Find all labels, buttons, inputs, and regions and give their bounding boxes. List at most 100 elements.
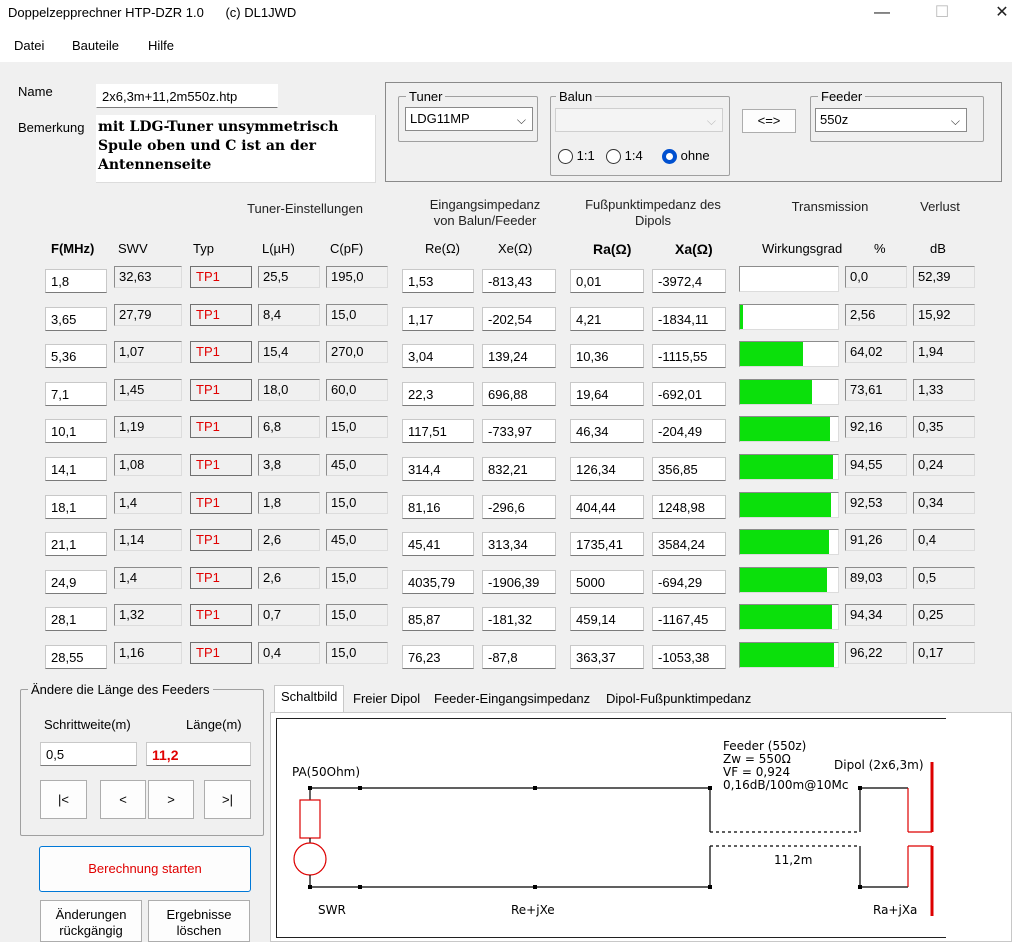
cell-c: 270,0 [326, 341, 388, 363]
cell-xa: -1167,45 [652, 607, 726, 631]
cell-ra: 5000 [570, 570, 644, 594]
cell-f[interactable]: 28,55 [45, 645, 107, 669]
efficiency-bar [739, 529, 839, 555]
last-button[interactable]: >| [204, 780, 251, 819]
cell-ra: 126,34 [570, 457, 644, 481]
cell-ra: 404,44 [570, 495, 644, 519]
node-dot [708, 786, 712, 790]
menu-bauteile[interactable]: Bauteile [72, 38, 119, 53]
feeder-length-group-label: Ändere die Länge des Feeders [28, 682, 213, 697]
cell-xa: -694,29 [652, 570, 726, 594]
feeder-select[interactable]: 550z ⌵ [815, 108, 967, 132]
cell-db: 0,24 [913, 454, 975, 476]
col-xe: Xe(Ω) [498, 241, 533, 256]
cell-xe: -87,8 [482, 645, 556, 669]
name-label: Name [18, 84, 53, 99]
tuner-group-label: Tuner [406, 89, 446, 104]
efficiency-bar-fill [740, 305, 743, 329]
cell-xe: 139,24 [482, 344, 556, 368]
node-dot [358, 786, 362, 790]
remark-line: mit LDG-Tuner unsymmetrisch [98, 119, 339, 135]
balun-radio-ohne[interactable]: ohne [662, 148, 710, 165]
col-swv: SWV [118, 241, 148, 256]
cell-f[interactable]: 21,1 [45, 532, 107, 556]
cell-f[interactable]: 14,1 [45, 457, 107, 481]
col-percent: % [874, 241, 886, 256]
minimize-button[interactable]: — [862, 2, 902, 24]
window-title: Doppelzepprechner HTP-DZR 1.0 (c) DL1JWD [8, 5, 297, 20]
cell-pct: 94,55 [845, 454, 907, 476]
cell-swv: 1,19 [114, 416, 182, 438]
cell-swv: 1,16 [114, 642, 182, 664]
undo-button[interactable]: Änderungen rückgängig [40, 900, 142, 942]
col-typ: Typ [193, 241, 214, 256]
remark-label: Bemerkung [18, 120, 85, 135]
feeder-length-label: 11,2m [774, 853, 813, 867]
menu-datei[interactable]: Datei [14, 38, 44, 53]
cell-l: 1,8 [258, 492, 320, 514]
cell-f[interactable]: 28,1 [45, 607, 107, 631]
cell-ra: 10,36 [570, 344, 644, 368]
chevron-down-icon: ⌵ [516, 113, 526, 127]
swap-button[interactable]: <=> [742, 109, 796, 133]
name-input[interactable]: 2x6,3m+11,2m550z.htp [96, 84, 278, 108]
source-icon [293, 842, 327, 876]
radio-icon [558, 149, 573, 165]
close-button[interactable]: ✕ [982, 2, 1012, 24]
length-input[interactable]: 11,2 [146, 742, 251, 766]
cell-xe: -733,97 [482, 419, 556, 443]
cell-typ: TP1 [190, 304, 252, 326]
cell-re: 3,04 [402, 344, 474, 368]
cell-pct: 92,53 [845, 492, 907, 514]
resistor-icon [299, 799, 321, 839]
efficiency-bar-fill [740, 380, 813, 404]
cell-ra: 363,37 [570, 645, 644, 669]
node-dot [533, 885, 537, 889]
tab-feeder-impedance[interactable]: Feeder-Eingangsimpedanz [428, 688, 596, 712]
clear-results-button[interactable]: Ergebnisse löschen [148, 900, 250, 942]
tuner-select[interactable]: LDG11MP ⌵ [405, 107, 533, 131]
efficiency-bar [739, 492, 839, 518]
cell-ra: 1735,41 [570, 532, 644, 556]
balun-radio-1-4[interactable]: 1:4 [606, 148, 643, 165]
foot-impedance-label: Ra+jXa [873, 903, 918, 917]
calculate-button[interactable]: Berechnung starten [39, 846, 251, 892]
balun-radio-1-1[interactable]: 1:1 [558, 148, 595, 165]
prev-button[interactable]: < [100, 780, 146, 819]
cell-swv: 1,14 [114, 529, 182, 551]
cell-f[interactable]: 5,36 [45, 344, 107, 368]
remark-line: Antennenseite [98, 157, 212, 173]
cell-f[interactable]: 10,1 [45, 419, 107, 443]
cell-xa: -692,01 [652, 382, 726, 406]
cell-xe: -1906,39 [482, 570, 556, 594]
tab-freier-dipol[interactable]: Freier Dipol [347, 688, 426, 712]
maximize-button[interactable]: ☐ [922, 2, 962, 24]
step-input[interactable]: 0,5 [40, 742, 137, 766]
balun-select[interactable]: ⌵ [555, 108, 723, 132]
menu-hilfe[interactable]: Hilfe [148, 38, 174, 53]
next-button[interactable]: > [148, 780, 194, 819]
radio-label: ohne [680, 148, 710, 163]
cell-pct: 64,02 [845, 341, 907, 363]
cell-db: 0,25 [913, 604, 975, 626]
cell-db: 0,35 [913, 416, 975, 438]
cell-db: 15,92 [913, 304, 975, 326]
cell-f[interactable]: 18,1 [45, 495, 107, 519]
efficiency-bar [739, 304, 839, 330]
button-line: löschen [176, 923, 222, 938]
efficiency-bar-fill [740, 342, 803, 366]
tab-dipol-impedance[interactable]: Dipol-Fußpunktimpedanz [600, 688, 757, 712]
feeder-select-value: 550z [820, 112, 849, 127]
node-dot [533, 786, 537, 790]
cell-f[interactable]: 3,65 [45, 307, 107, 331]
remark-textarea[interactable]: mit LDG-Tuner unsymmetrisch Spule oben u… [96, 115, 376, 183]
col-c: C(pF) [330, 241, 364, 256]
efficiency-bar-fill [740, 568, 828, 592]
cell-f[interactable]: 7,1 [45, 382, 107, 406]
cell-f[interactable]: 1,8 [45, 269, 107, 293]
cell-re: 1,17 [402, 307, 474, 331]
cell-f[interactable]: 24,9 [45, 570, 107, 594]
tab-schaltbild[interactable]: Schaltbild [274, 685, 345, 713]
first-button[interactable]: |< [40, 780, 87, 819]
node-dot [308, 786, 312, 790]
